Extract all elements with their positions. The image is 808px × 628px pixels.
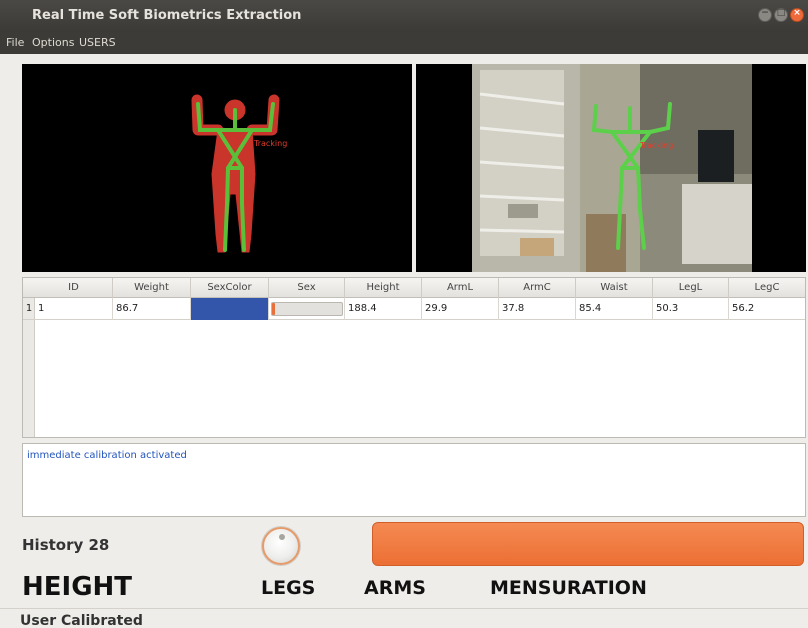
legs-label: LEGS [261,577,316,599]
row-number[interactable]: 1 [23,298,35,320]
close-button[interactable]: × [790,8,804,22]
cell-legc[interactable]: 56.2 [729,298,805,320]
column-header-waist[interactable]: Waist [576,278,653,298]
rgb-view: Tracking [416,64,806,272]
log-message: immediate calibration activated [27,450,187,461]
sex-progress-fill [272,303,275,315]
column-header-sexcolor[interactable]: SexColor [191,278,269,298]
column-header-armc[interactable]: ArmC [499,278,576,298]
maximize-icon: □ [776,8,786,18]
depth-tracking-label: Tracking [253,139,287,148]
menu-users[interactable]: USERS [79,36,116,49]
column-header-height[interactable]: Height [345,278,422,298]
window-controls: − □ × [758,8,804,22]
menu-bar: File Options USERS [0,32,808,54]
column-header-sex[interactable]: Sex [269,278,345,298]
cell-sexcolor[interactable] [191,298,269,320]
cell-id[interactable]: 1 [35,298,113,320]
sex-progress-bar [271,302,343,316]
column-header-id[interactable]: ID [35,278,113,298]
calibration-progress-bar [372,522,804,566]
rgb-camera-image: Tracking [416,64,806,272]
history-dial[interactable] [262,527,300,565]
minimize-button[interactable]: − [758,8,772,22]
maximize-button[interactable]: □ [774,8,788,22]
cell-weight[interactable]: 86.7 [113,298,191,320]
depth-view: Tracking [22,64,412,272]
column-header-arml[interactable]: ArmL [422,278,499,298]
status-bar: User Calibrated [0,608,808,628]
window-title: Real Time Soft Biometrics Extraction [32,8,302,23]
status-text: User Calibrated [20,613,143,628]
close-icon: × [793,8,801,18]
minimize-icon: − [761,8,769,18]
dial-indicator-icon [279,534,285,540]
cell-height[interactable]: 188.4 [345,298,422,320]
title-bar: Real Time Soft Biometrics Extraction − □… [0,0,808,32]
arms-label: ARMS [364,577,426,599]
menu-file[interactable]: File [6,36,24,49]
cell-sex[interactable] [269,298,345,320]
table-row[interactable]: 1 1 86.7 188.4 29.9 37.8 85.4 50.3 56.2 [23,298,805,320]
menu-options[interactable]: Options [32,36,74,49]
cell-arml[interactable]: 29.9 [422,298,499,320]
height-label: HEIGHT [22,572,133,602]
cell-armc[interactable]: 37.8 [499,298,576,320]
log-output[interactable]: immediate calibration activated [22,443,806,517]
cell-waist[interactable]: 85.4 [576,298,653,320]
rgb-tracking-label: Tracking [639,141,673,150]
mensuration-label: MENSURATION [490,577,647,599]
depth-silhouette-image: Tracking [22,64,412,272]
history-label: History 28 [22,536,110,554]
column-header-legc[interactable]: LegC [729,278,805,298]
column-header-legl[interactable]: LegL [653,278,729,298]
biometrics-table[interactable]: ID Weight SexColor Sex Height ArmL ArmC … [22,277,806,438]
column-header-weight[interactable]: Weight [113,278,191,298]
table-header: ID Weight SexColor Sex Height ArmL ArmC … [23,278,805,298]
cell-legl[interactable]: 50.3 [653,298,729,320]
